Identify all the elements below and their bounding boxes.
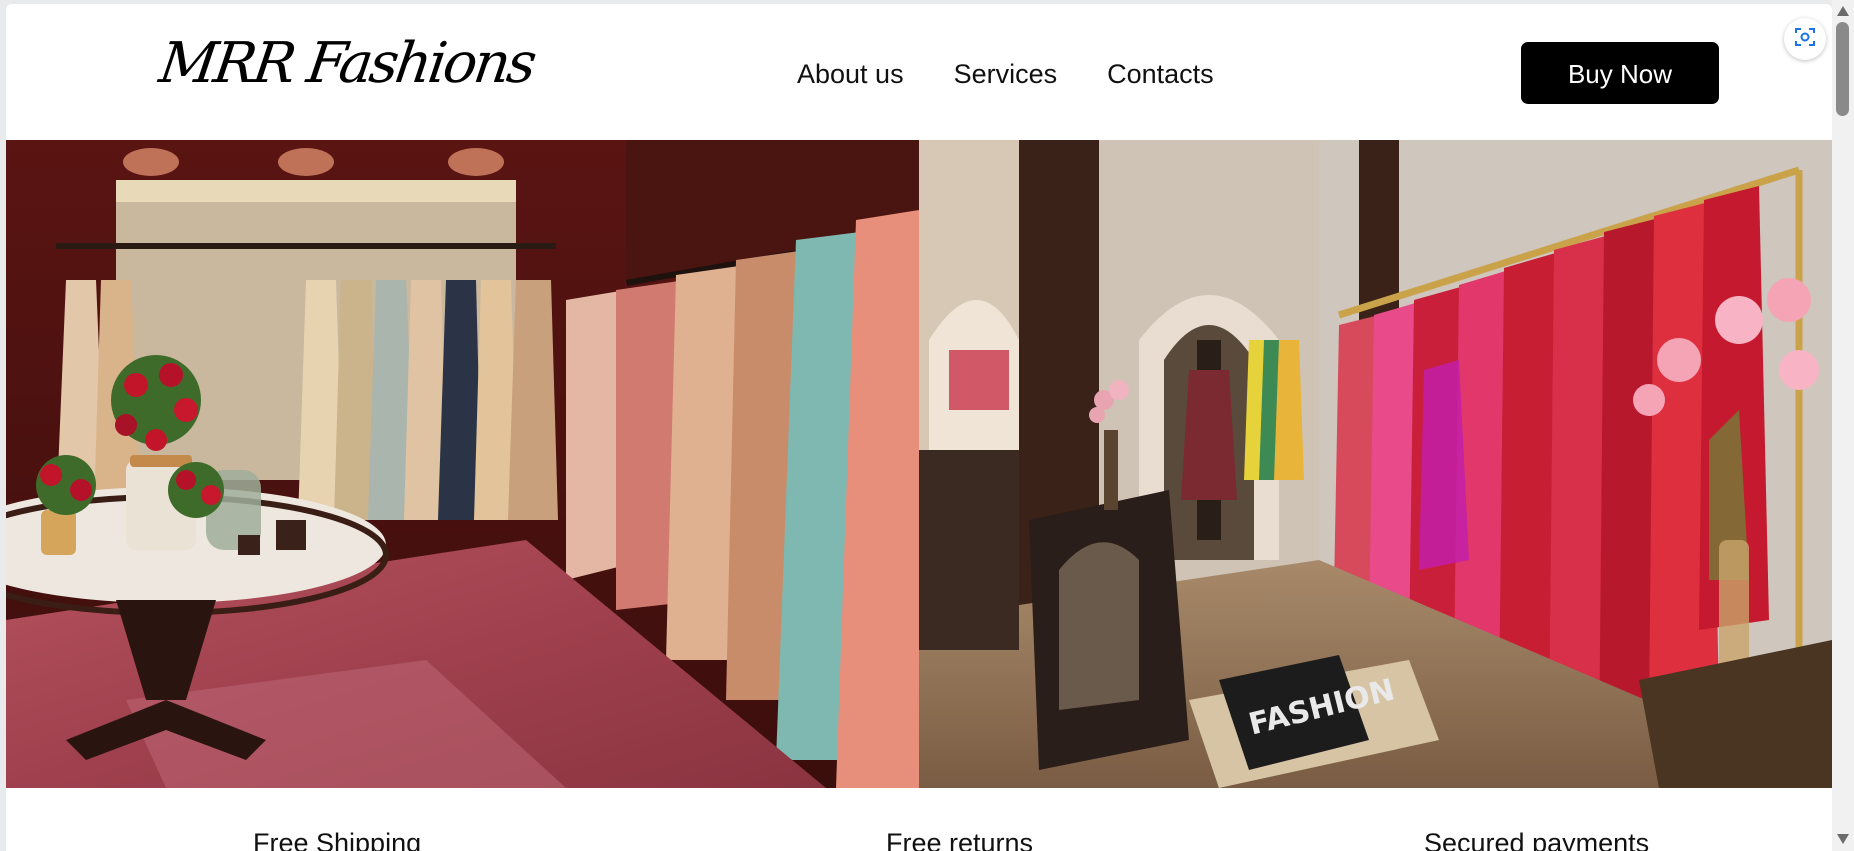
page: MRR Fashions About us Services Contacts … (6, 4, 1832, 851)
nav-menu: About us Services Contacts (797, 54, 1214, 94)
scroll-down-arrow-icon[interactable] (1837, 834, 1849, 844)
buy-now-button[interactable]: Buy Now (1521, 42, 1719, 104)
feature-free-shipping: Free Shipping (253, 828, 422, 851)
hero-banner: FASHION (6, 140, 1832, 788)
features-bar: Free Shipping Free returns Secured payme… (6, 788, 1832, 851)
nav-link-services[interactable]: Services (954, 54, 1058, 94)
scrollbar-thumb[interactable] (1836, 22, 1849, 116)
nav-link-about[interactable]: About us (797, 54, 904, 94)
camera-lens-icon (1794, 26, 1816, 53)
feature-free-returns: Free returns (886, 828, 1034, 851)
hero-image-left (6, 140, 919, 788)
nav-link-contacts[interactable]: Contacts (1107, 54, 1214, 94)
hero-image-right: FASHION (919, 140, 1832, 788)
scroll-up-arrow-icon[interactable] (1837, 6, 1849, 16)
feature-secured-payments: Secured payments (1424, 828, 1650, 851)
visual-search-button[interactable] (1784, 18, 1826, 60)
vertical-scrollbar[interactable] (1832, 0, 1854, 851)
navbar: MRR Fashions About us Services Contacts … (6, 4, 1832, 140)
brand-logo[interactable]: MRR Fashions (156, 31, 538, 96)
